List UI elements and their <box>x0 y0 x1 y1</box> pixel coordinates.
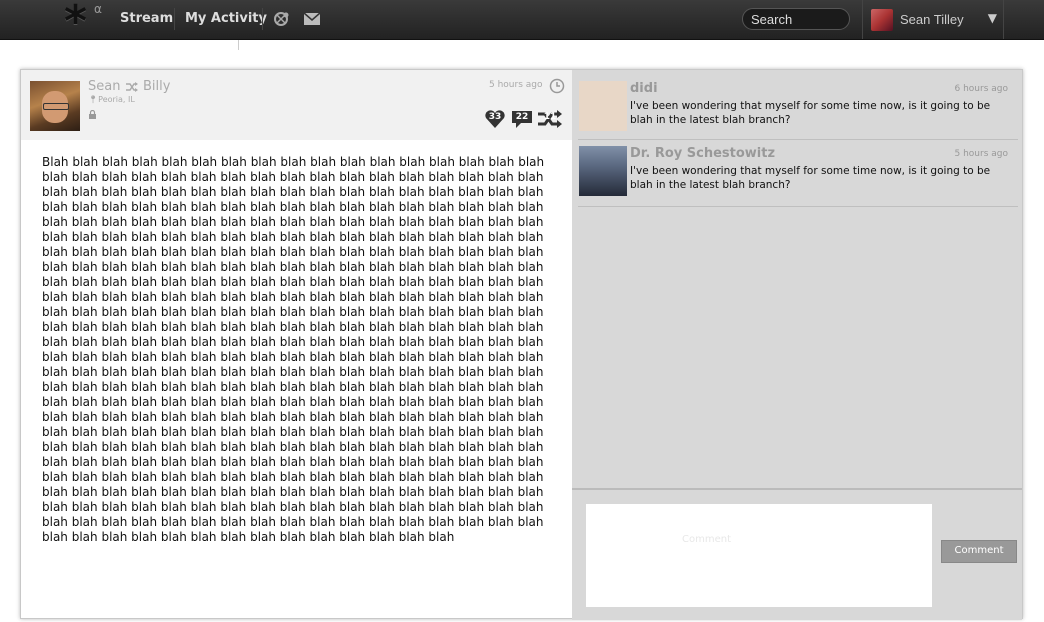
lock-icon <box>89 110 96 119</box>
comment-timestamp[interactable]: 5 hours ago <box>955 149 1009 159</box>
post-header: Sean Billy 📍︎Peoria, IL 5 hours ago 33 2… <box>21 70 572 140</box>
clock-icon <box>549 78 565 94</box>
post-lightbox: Sean Billy 📍︎Peoria, IL 5 hours ago 33 2… <box>20 69 1023 620</box>
author-avatar[interactable] <box>30 81 80 131</box>
user-name: Sean Tilley <box>900 12 964 27</box>
comments-column: didi 6 hours ago I've been wondering tha… <box>572 70 1022 620</box>
post-body: Blah blah blah blah blah blah blah blah … <box>42 155 545 544</box>
comment-author[interactable]: Dr. Roy Schestowitz <box>630 146 775 161</box>
author-name[interactable]: Sean <box>88 79 120 94</box>
post-timestamp[interactable]: 5 hours ago <box>489 80 543 90</box>
comment-form: Comment <box>572 488 1022 620</box>
comment-counter[interactable]: 22 <box>511 109 533 129</box>
alpha-badge: α <box>94 2 102 16</box>
search-input[interactable] <box>742 8 850 30</box>
user-avatar <box>871 9 893 31</box>
like-counter[interactable]: 33 <box>484 109 506 129</box>
comment-avatar[interactable] <box>579 146 627 196</box>
divider <box>238 40 239 50</box>
reshared-from-name[interactable]: Billy <box>143 79 170 94</box>
comment-timestamp[interactable]: 6 hours ago <box>955 84 1009 94</box>
comment: didi 6 hours ago I've been wondering tha… <box>578 78 1018 140</box>
nav-divider <box>262 8 263 30</box>
comment-count: 22 <box>515 112 529 122</box>
location-text: Peoria, IL <box>98 95 135 104</box>
post-location: 📍︎Peoria, IL <box>88 95 135 104</box>
chevron-down-icon[interactable]: ▼ <box>988 11 997 25</box>
reshare-count: 11 <box>543 112 557 122</box>
comment-avatar[interactable] <box>579 81 627 131</box>
top-bar: * α Stream My Activity Sean Tilley ▼ <box>0 0 1044 47</box>
nav-stream-link[interactable]: Stream <box>120 11 173 26</box>
comment-textarea[interactable] <box>586 504 932 607</box>
like-count: 33 <box>488 112 502 122</box>
nav-divider <box>174 8 175 30</box>
avatar-glasses <box>43 103 69 110</box>
comment-submit-button[interactable]: Comment <box>941 540 1017 563</box>
mail-icon[interactable] <box>303 12 321 26</box>
comment: Dr. Roy Schestowitz 5 hours ago I've bee… <box>578 143 1018 207</box>
comment-text: I've been wondering that myself for some… <box>630 100 991 126</box>
globe-pin-icon[interactable] <box>273 10 291 28</box>
user-menu[interactable]: Sean Tilley ▼ <box>862 0 1004 39</box>
post-column: Sean Billy 📍︎Peoria, IL 5 hours ago 33 2… <box>21 70 572 618</box>
nav-my-activity-link[interactable]: My Activity <box>185 11 267 26</box>
asterisk-logo-icon: * <box>64 0 88 47</box>
reshare-icon <box>126 82 138 92</box>
comment-author[interactable]: didi <box>630 81 658 96</box>
comment-text: I've been wondering that myself for some… <box>630 165 991 191</box>
diaspora-logo[interactable]: * α <box>64 0 102 47</box>
reshare-counter[interactable]: 11 <box>537 109 563 129</box>
